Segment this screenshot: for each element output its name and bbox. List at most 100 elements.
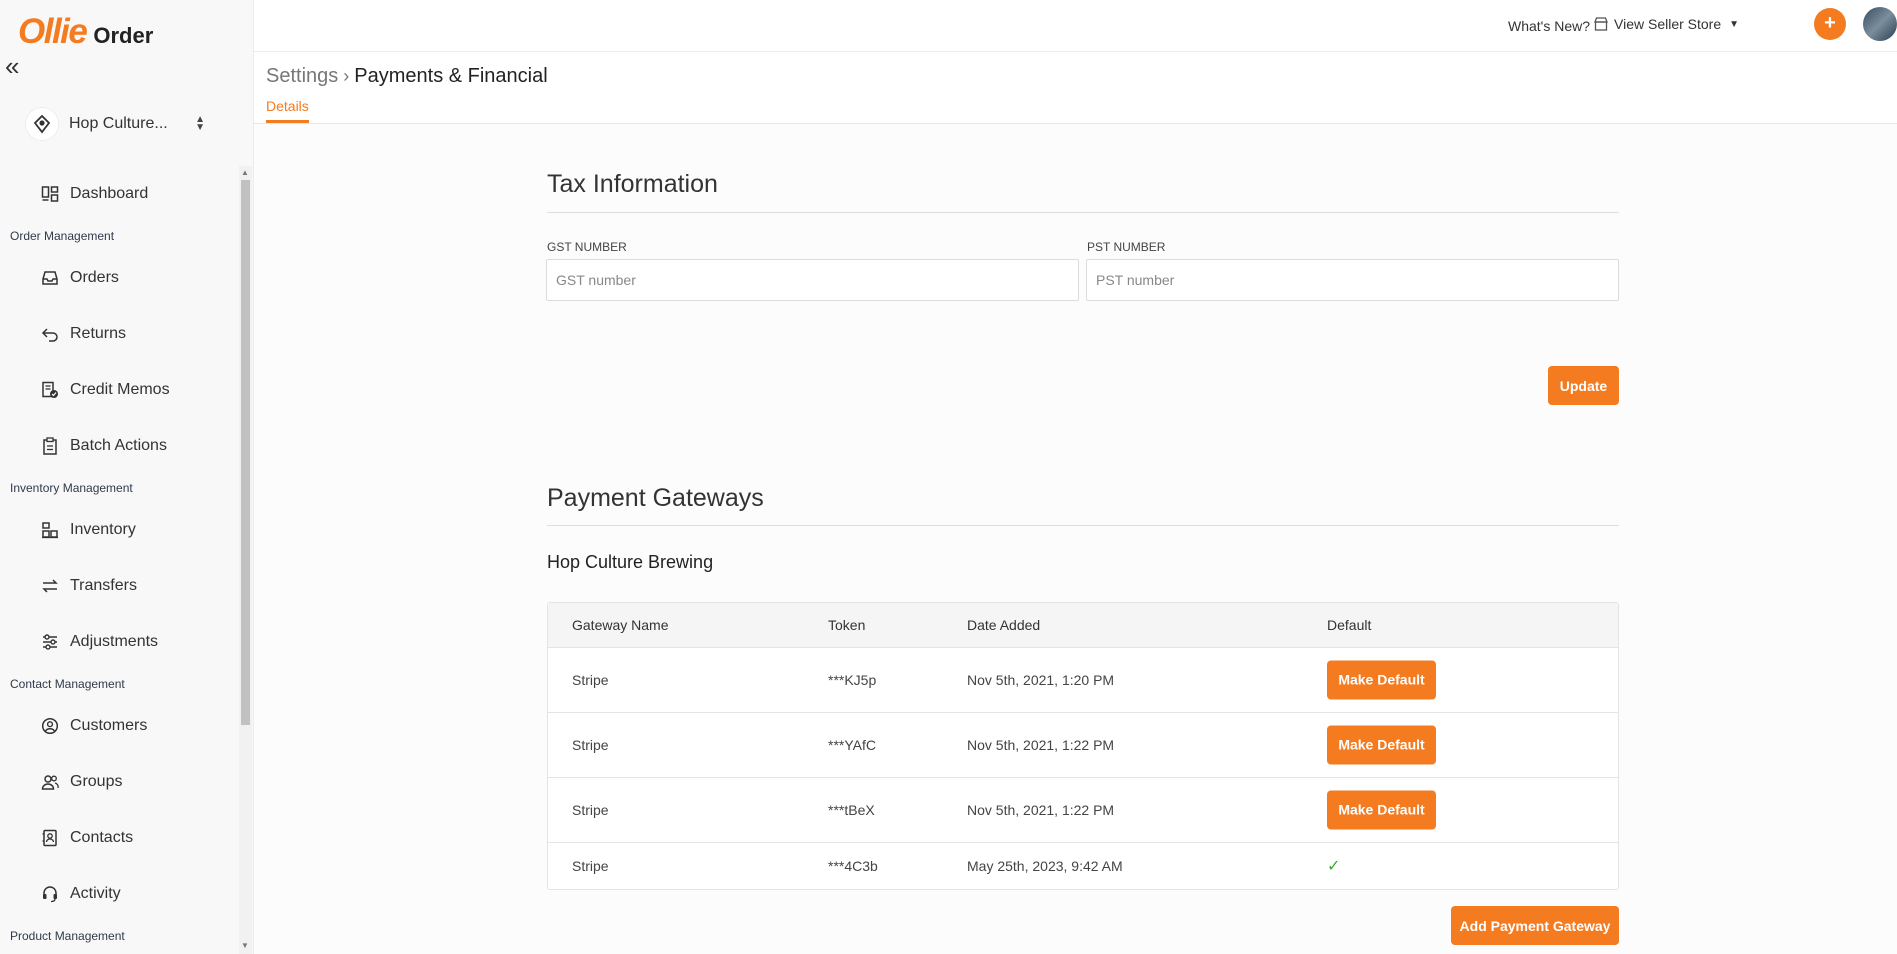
view-seller-store-button[interactable]: View Seller Store ▼ xyxy=(1594,16,1739,32)
pst-label: PST NUMBER xyxy=(1087,240,1166,254)
gateway-token: ***KJ5p xyxy=(828,672,877,688)
top-bar: What's New? View Seller Store ▼ + xyxy=(254,0,1897,52)
scroll-down-icon[interactable]: ▼ xyxy=(241,941,249,950)
sidebar-item-orders[interactable]: Orders xyxy=(0,250,239,306)
payment-gateways-title: Payment Gateways xyxy=(547,484,764,512)
sidebar-nav: Dashboard Order Management Orders Returns Cr… xyxy=(0,166,239,954)
clipboard-icon xyxy=(40,436,60,456)
scroll-thumb[interactable] xyxy=(241,180,250,725)
sidebar-item-contacts[interactable]: Contacts xyxy=(0,810,239,866)
sidebar-item-label: Inventory xyxy=(70,521,136,538)
credit-memo-icon xyxy=(40,380,60,400)
logo-sub: Order xyxy=(93,23,154,48)
scroll-up-icon[interactable]: ▲ xyxy=(241,168,249,177)
make-default-button[interactable]: Make Default xyxy=(1327,725,1436,765)
gateway-date-added: Nov 5th, 2021, 1:20 PM xyxy=(967,672,1115,688)
sidebar-item-inventory[interactable]: Inventory xyxy=(0,502,239,558)
tab-details[interactable]: Details xyxy=(266,96,309,123)
table-row: Stripe ***4C3b May 25th, 2023, 9:42 AM ✓ xyxy=(548,843,1618,889)
sidebar-item-label: Dashboard xyxy=(70,185,149,202)
column-header: Date Added xyxy=(967,617,1041,633)
collapse-sidebar-icon[interactable]: « xyxy=(5,53,19,79)
sidebar-item-groups[interactable]: Groups xyxy=(0,754,239,810)
gateway-token: ***4C3b xyxy=(828,858,878,874)
column-header: Token xyxy=(828,617,866,633)
sidebar-item-dashboard[interactable]: Dashboard xyxy=(0,166,239,222)
transfer-icon xyxy=(40,576,60,596)
company-name: Hop Culture Brewing xyxy=(547,552,714,572)
pst-number-input[interactable] xyxy=(1086,259,1619,301)
sidebar-section-label: Order Management xyxy=(10,229,115,243)
logo-main: Ollie xyxy=(18,12,88,51)
gateway-date-added: Nov 5th, 2021, 1:22 PM xyxy=(967,802,1115,818)
gateway-name: Stripe xyxy=(572,737,609,753)
add-payment-gateway-button[interactable]: Add Payment Gateway xyxy=(1451,906,1619,945)
inventory-icon xyxy=(40,520,60,540)
sidebar-section-label: Inventory Management xyxy=(10,481,133,495)
return-icon xyxy=(40,324,60,344)
sidebar-item-label: Returns xyxy=(70,325,127,342)
column-header: Default xyxy=(1327,617,1372,633)
sidebar-section-label: Contact Management xyxy=(10,677,125,691)
update-button[interactable]: Update xyxy=(1548,366,1619,405)
sidebar-item-label: Adjustments xyxy=(70,633,159,650)
chevron-right-icon: › xyxy=(343,66,350,86)
tax-information-title: Tax Information xyxy=(547,170,718,198)
dashboard-icon xyxy=(40,184,60,204)
sidebar-item-returns[interactable]: Returns xyxy=(0,306,239,362)
breadcrumb-settings[interactable]: Settings xyxy=(266,65,338,88)
contact-card-icon xyxy=(40,828,60,848)
sidebar-item-adjustments[interactable]: Adjustments xyxy=(0,614,239,670)
sidebar-item-activity[interactable]: Activity xyxy=(0,866,239,922)
store-icon xyxy=(1594,17,1608,31)
sidebar-item-label: Orders xyxy=(70,269,119,286)
gateway-name: Stripe xyxy=(572,672,609,688)
gateway-token: ***YAfC xyxy=(828,737,876,753)
gateway-date-added: May 25th, 2023, 9:42 AM xyxy=(967,858,1123,874)
view-seller-store-label: View Seller Store xyxy=(1614,16,1722,32)
gst-label: GST NUMBER xyxy=(547,240,627,254)
sidebar-item-label: Customers xyxy=(70,717,148,734)
inbox-icon xyxy=(40,268,60,288)
store-name: Hop Culture... xyxy=(69,115,168,132)
divider xyxy=(547,525,1619,526)
make-default-button[interactable]: Make Default xyxy=(1327,790,1436,830)
users-icon xyxy=(40,772,60,792)
page-header: Settings › Payments & Financial Details xyxy=(254,52,1897,124)
make-default-button[interactable]: Make Default xyxy=(1327,660,1436,700)
page-title: Payments & Financial xyxy=(354,65,548,87)
sidebar-item-label: Groups xyxy=(70,773,123,790)
divider xyxy=(547,212,1619,213)
gateway-token: ***tBeX xyxy=(828,802,875,818)
sidebar-item-credit-memos[interactable]: Credit Memos xyxy=(0,362,239,418)
sidebar-section-label: Product Management xyxy=(10,929,125,943)
gateway-name: Stripe xyxy=(572,802,609,818)
payment-gateways-table: Gateway Name Token Date Added Default St… xyxy=(547,602,1619,890)
sidebar-item-label: Contacts xyxy=(70,829,134,846)
sidebar-scrollbar[interactable]: ▲ ▼ xyxy=(239,166,252,954)
gateway-name: Stripe xyxy=(572,858,609,874)
checkmark-icon: ✓ xyxy=(1327,858,1341,875)
store-switcher[interactable]: Hop Culture... ▲ ▼ xyxy=(25,106,205,142)
table-row: Stripe ***YAfC Nov 5th, 2021, 1:22 PM Make … xyxy=(548,713,1618,778)
table-row: Stripe ***tBeX Nov 5th, 2021, 1:22 PM Make … xyxy=(548,778,1618,843)
caret-down-icon: ▼ xyxy=(1729,18,1740,30)
gst-number-input[interactable] xyxy=(546,259,1079,301)
gateway-date-added: Nov 5th, 2021, 1:22 PM xyxy=(967,737,1115,753)
headset-icon xyxy=(40,884,60,904)
user-avatar[interactable] xyxy=(1863,7,1897,41)
logo[interactable]: Ollie Order xyxy=(18,12,153,52)
breadcrumb: Settings › Payments & Financial xyxy=(266,65,548,88)
user-circle-icon xyxy=(40,716,60,736)
whats-new-link[interactable]: What's New? xyxy=(1508,18,1590,34)
sidebar-item-transfers[interactable]: Transfers xyxy=(0,558,239,614)
sidebar-item-label: Transfers xyxy=(70,577,137,594)
table-header: Gateway Name Token Date Added Default xyxy=(548,603,1618,648)
sort-arrows-icon: ▲ ▼ xyxy=(195,114,205,133)
sidebar-item-label: Batch Actions xyxy=(70,437,167,454)
sidebar-item-customers[interactable]: Customers xyxy=(0,698,239,754)
add-button[interactable]: + xyxy=(1814,8,1846,40)
sidebar-item-batch-actions[interactable]: Batch Actions xyxy=(0,418,239,474)
column-header: Gateway Name xyxy=(572,617,669,633)
sidebar-item-label: Activity xyxy=(70,885,121,902)
